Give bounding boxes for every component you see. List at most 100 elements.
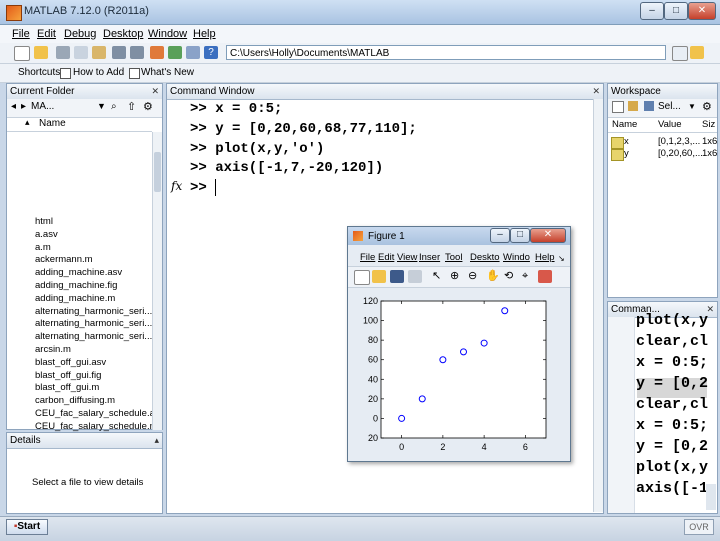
how-to-add-link[interactable]: How to Add	[73, 67, 124, 78]
workspace-gear-icon[interactable]: ⚙	[702, 100, 712, 113]
figure-menu-help[interactable]: Help	[535, 252, 555, 263]
history-item[interactable]: x = 0:5;	[636, 417, 708, 434]
file-list-item[interactable]: arcsin.m	[35, 344, 159, 356]
figure-print-icon[interactable]	[408, 270, 422, 283]
new-variable-icon[interactable]	[612, 101, 624, 113]
file-list-item[interactable]: adding_machine.asv	[35, 267, 159, 279]
file-list-item[interactable]: ackermann.m	[35, 254, 159, 266]
history-item[interactable]: axis([-1	[636, 480, 708, 497]
ws-var-name[interactable]: y	[624, 148, 629, 159]
browse-folder-icon[interactable]	[690, 46, 704, 59]
file-list-item[interactable]: html	[35, 216, 159, 228]
history-item[interactable]: plot(x,y	[636, 312, 708, 329]
back-arrow-icon[interactable]: ◂	[11, 101, 16, 112]
brush-icon[interactable]	[538, 270, 552, 283]
up-folder-icon[interactable]: ⇧	[127, 100, 136, 113]
ws-var-size[interactable]: 1x6	[702, 148, 717, 159]
maximize-button[interactable]: □	[664, 2, 688, 20]
history-item[interactable]: clear,cl	[636, 333, 708, 350]
menu-debug[interactable]: Debug	[64, 28, 96, 40]
edit-plot-icon[interactable]: ↖	[432, 270, 446, 283]
ws-name-header[interactable]: Name	[612, 119, 637, 130]
help-icon[interactable]: ?	[204, 46, 218, 59]
copy-icon[interactable]	[74, 46, 88, 59]
open-variable-icon[interactable]	[628, 101, 638, 111]
command-window-close-icon[interactable]: ✕	[592, 84, 600, 99]
ws-var-value[interactable]: [0,20,60,...	[658, 148, 703, 159]
start-button[interactable]: ▪Start	[6, 519, 48, 535]
ws-value-header[interactable]: Value	[658, 119, 682, 130]
figure-open-icon[interactable]	[372, 270, 386, 283]
fx-icon[interactable]: fx	[171, 179, 182, 193]
file-list-item[interactable]: blast_off_gui.asv	[35, 357, 159, 369]
paste-icon[interactable]	[92, 46, 106, 59]
file-list-item[interactable]: alternating_harmonic_seri...	[35, 331, 159, 343]
cut-icon[interactable]	[56, 46, 70, 59]
shortcuts-label[interactable]: Shortcuts	[18, 67, 60, 78]
import-icon[interactable]	[644, 101, 654, 111]
current-folder-path-input[interactable]: C:\Users\Holly\Documents\MATLAB	[226, 45, 666, 60]
menu-edit[interactable]: Edit	[37, 28, 56, 40]
file-list-item[interactable]: alternating_harmonic_seri...	[35, 318, 159, 330]
file-list-item[interactable]: CEU_fac_salary_schedule.m	[35, 421, 159, 433]
file-list-item[interactable]: carbon_diffusing.m	[35, 395, 159, 407]
history-item[interactable]: x = 0:5;	[636, 354, 708, 371]
figure-menu-file[interactable]: File	[360, 252, 375, 263]
pan-icon[interactable]: ✋	[486, 270, 500, 283]
scrollbar-thumb[interactable]	[154, 152, 161, 192]
file-list-item[interactable]: adding_machine.fig	[35, 280, 159, 292]
ws-var-name[interactable]: x	[624, 136, 629, 147]
details-collapse-icon[interactable]: ▴	[154, 433, 159, 448]
figure-menu-window[interactable]: Windo	[503, 252, 530, 263]
history-item[interactable]: clear,cl	[636, 396, 708, 413]
open-folder-icon[interactable]	[34, 46, 48, 59]
command-prompt[interactable]: >>	[190, 180, 215, 196]
name-column-header[interactable]: Name ▴	[7, 117, 152, 132]
redo-icon[interactable]	[130, 46, 144, 59]
file-list-item[interactable]: a.asv	[35, 229, 159, 241]
figure-menu-edit[interactable]: Edit	[378, 252, 394, 263]
ws-size-header[interactable]: Siz	[702, 119, 715, 130]
figure-close-button[interactable]: ✕	[530, 228, 566, 243]
forward-arrow-icon[interactable]: ▸	[21, 101, 26, 112]
guide-icon[interactable]	[168, 46, 182, 59]
new-file-icon[interactable]	[14, 46, 30, 61]
panel-close-icon[interactable]: ✕	[151, 84, 159, 99]
history-item[interactable]: plot(x,y	[636, 459, 708, 476]
file-list-scrollbar[interactable]	[152, 132, 162, 430]
menu-help[interactable]: Help	[193, 28, 216, 40]
zoom-in-icon[interactable]: ⊕	[450, 270, 464, 283]
figure-save-icon[interactable]	[390, 270, 404, 283]
rotate-icon[interactable]: ⟲	[504, 270, 518, 283]
figure-menu-insert[interactable]: Inser	[419, 252, 440, 263]
figure-menu-dock-icon[interactable]: ↘	[558, 254, 565, 263]
close-button[interactable]: ✕	[688, 2, 716, 20]
figure-menu-tools[interactable]: Tool	[445, 252, 462, 263]
file-list-item[interactable]: a.m	[35, 242, 159, 254]
history-scrollbar[interactable]	[706, 484, 716, 510]
file-list-item[interactable]: alternating_harmonic_seri...	[35, 306, 159, 318]
figure-maximize-button[interactable]: □	[510, 228, 530, 243]
folder-crumb[interactable]: MA...	[31, 101, 54, 112]
ws-var-size[interactable]: 1x6	[702, 136, 717, 147]
search-icon[interactable]: ⌕	[111, 101, 117, 112]
figure-menu-desktop[interactable]: Deskto	[470, 252, 500, 263]
path-dropdown-icon[interactable]	[672, 46, 688, 61]
gear-icon[interactable]: ⚙	[143, 100, 153, 113]
figure-minimize-button[interactable]: –	[490, 228, 510, 243]
undo-icon[interactable]	[112, 46, 126, 59]
select-dropdown-icon[interactable]: ▼	[688, 102, 696, 111]
select-plot-dropdown[interactable]: Sel...	[658, 101, 681, 112]
history-item[interactable]: y = [0,2	[636, 438, 708, 455]
profiler-icon[interactable]	[186, 46, 200, 59]
crumb-dropdown-icon[interactable]: ▼	[97, 101, 106, 111]
simulink-icon[interactable]	[150, 46, 164, 59]
history-item[interactable]: y = [0,2	[636, 375, 708, 392]
figure-menu-view[interactable]: View	[397, 252, 417, 263]
file-list-item[interactable]: adding_machine.m	[35, 293, 159, 305]
file-list-item[interactable]: CEU_fac_salary_schedule.a...	[35, 408, 159, 420]
whats-new-link[interactable]: What's New	[141, 67, 194, 78]
file-list-item[interactable]: blast_off_gui.m	[35, 382, 159, 394]
menu-file[interactable]: File	[12, 28, 30, 40]
menu-desktop[interactable]: Desktop	[103, 28, 143, 40]
